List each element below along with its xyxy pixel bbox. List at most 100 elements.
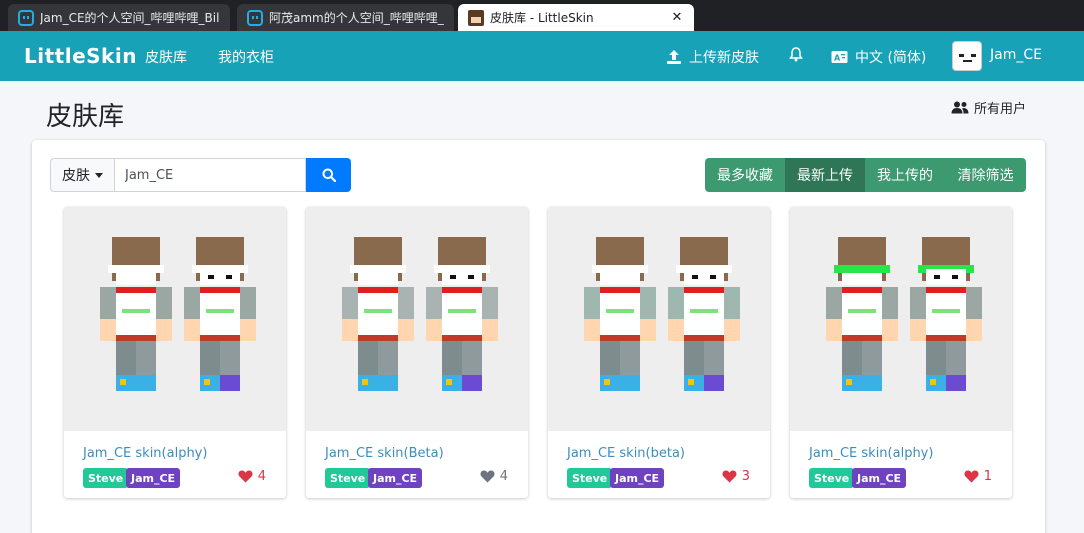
clear-filter-button[interactable]: 清除筛选	[945, 158, 1026, 192]
uploader-badge[interactable]: Jam_CE	[368, 468, 423, 488]
uploader-badge[interactable]: Jam_CE	[852, 468, 907, 488]
skin-card[interactable]: Jam_CE skin(beta) Steve Jam_CE 3	[548, 207, 770, 498]
skin-belt	[442, 335, 482, 341]
skin-stripe	[448, 309, 476, 313]
nav-link-skinlib[interactable]: 皮肤库	[145, 47, 187, 67]
skin-preview[interactable]	[306, 207, 528, 431]
skin-preview[interactable]	[64, 207, 286, 431]
like-count[interactable]: 4	[480, 469, 508, 484]
skin-hand	[584, 319, 600, 341]
sort-my-uploads-button[interactable]: 我上传的	[865, 158, 945, 192]
search-button[interactable]	[306, 158, 351, 192]
sort-most-liked-button[interactable]: 最多收藏	[705, 158, 785, 192]
skin-hand	[966, 319, 982, 341]
skin-shoe	[462, 375, 482, 391]
skin-preview-render	[342, 237, 498, 391]
skin-preview-render	[826, 237, 982, 391]
skin-hand	[156, 319, 172, 341]
uploader-badge[interactable]: Jam_CE	[610, 468, 665, 488]
skin-leg	[926, 341, 946, 375]
skin-hat-brim	[834, 265, 890, 273]
skin-body	[442, 287, 482, 341]
skin-stripe	[364, 309, 392, 313]
skin-face	[116, 273, 156, 285]
skin-shoe	[946, 375, 966, 391]
language-selector[interactable]: A 中文 (简体)	[831, 47, 926, 67]
browser-tab[interactable]: 阿茂amm的个人空间_哔哩哔哩_B	[237, 4, 454, 31]
skin-belt	[358, 335, 398, 341]
skin-hand	[426, 319, 442, 341]
skin-stripe	[848, 309, 876, 313]
skin-leg	[600, 341, 620, 375]
skin-body	[926, 287, 966, 341]
browser-tab-active[interactable]: 皮肤库 - LittleSkin ✕	[458, 4, 694, 31]
skin-card[interactable]: Jam_CE skin(alphy) Steve Jam_CE 1	[790, 207, 1012, 498]
upload-skin-link[interactable]: 上传新皮肤	[666, 47, 759, 67]
skin-body	[116, 287, 156, 341]
skin-name[interactable]: Jam_CE skin(alphy)	[83, 446, 207, 461]
like-count-value: 4	[499, 469, 508, 484]
like-count[interactable]: 4	[238, 469, 266, 484]
skin-name[interactable]: Jam_CE skin(alphy)	[809, 446, 933, 461]
browser-tab-strip: Jam_CE的个人空间_哔哩哔哩_Bilil 阿茂amm的个人空间_哔哩哔哩_B…	[0, 0, 1084, 31]
skin-name[interactable]: Jam_CE skin(Beta)	[325, 446, 444, 461]
skin-leg	[842, 341, 862, 375]
littleskin-icon	[468, 9, 484, 26]
skin-collar	[442, 287, 482, 293]
skin-eye	[450, 275, 456, 279]
skin-shoe-detail	[120, 379, 126, 385]
skin-leg	[136, 341, 156, 375]
like-count[interactable]: 1	[964, 469, 992, 484]
heart-icon	[480, 470, 495, 483]
close-tab-icon[interactable]: ✕	[670, 10, 684, 25]
skin-collar	[926, 287, 966, 293]
sort-newest-button[interactable]: 最新上传	[785, 158, 865, 192]
model-badge: Steve	[83, 468, 129, 488]
brand-logo[interactable]: LittleSkin	[24, 44, 137, 68]
svg-text:A: A	[834, 54, 841, 63]
skin-hand	[240, 319, 256, 341]
skin-belt	[684, 335, 724, 341]
skin-shoe-detail	[362, 379, 368, 385]
all-users-link[interactable]: 所有用户	[951, 98, 1026, 117]
skin-name[interactable]: Jam_CE skin(beta)	[567, 446, 685, 461]
skin-hand	[482, 319, 498, 341]
skin-hand	[184, 319, 200, 341]
skin-belt	[842, 335, 882, 341]
skin-leg	[116, 341, 136, 375]
skin-preview[interactable]	[548, 207, 770, 431]
like-count[interactable]: 3	[722, 469, 750, 484]
browser-tab[interactable]: Jam_CE的个人空间_哔哩哔哩_Bilil	[8, 4, 230, 31]
skin-hat-brim	[592, 265, 648, 273]
search-input[interactable]	[114, 158, 306, 192]
skin-shoe	[862, 375, 882, 391]
language-icon: A	[831, 51, 848, 63]
skin-collar	[684, 287, 724, 293]
skin-card[interactable]: Jam_CE skin(alphy) Steve Jam_CE 4	[64, 207, 286, 498]
skin-shoe-detail	[930, 379, 936, 385]
username-link[interactable]: Jam_CE	[990, 47, 1042, 63]
skin-hand	[910, 319, 926, 341]
nav-link-closet[interactable]: 我的衣柜	[218, 47, 274, 67]
skin-preview[interactable]	[790, 207, 1012, 431]
uploader-badge[interactable]: Jam_CE	[126, 468, 181, 488]
skin-leg	[704, 341, 724, 375]
heart-icon	[238, 470, 253, 483]
search-group: 皮肤	[50, 158, 351, 192]
like-count-value: 4	[257, 469, 266, 484]
skin-preview-render	[584, 237, 740, 391]
skin-face	[358, 273, 398, 285]
skin-stripe	[932, 309, 960, 313]
skin-card[interactable]: Jam_CE skin(Beta) Steve Jam_CE 4	[306, 207, 528, 498]
caret-down-icon	[95, 172, 103, 178]
bilibili-icon	[18, 9, 34, 26]
model-badge: Steve	[325, 468, 371, 488]
skin-belt	[200, 335, 240, 341]
user-avatar[interactable]	[952, 41, 982, 71]
notifications-button[interactable]	[789, 47, 810, 62]
bell-icon	[789, 47, 803, 62]
skin-belt	[600, 335, 640, 341]
type-filter-dropdown[interactable]: 皮肤	[50, 158, 114, 192]
skin-leg	[684, 341, 704, 375]
skin-leg	[620, 341, 640, 375]
